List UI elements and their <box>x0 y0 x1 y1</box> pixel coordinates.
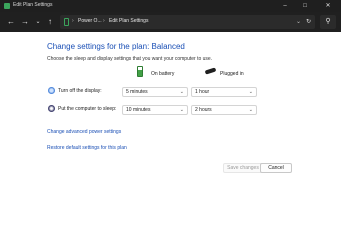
save-changes-button[interactable]: Save changes <box>223 163 263 173</box>
advanced-power-settings-link[interactable]: Change advanced power settings <box>47 129 121 135</box>
display-off-plugged-in-value: 1 hour <box>195 89 210 95</box>
plug-icon <box>204 67 217 75</box>
battery-path-icon <box>64 18 69 26</box>
restore-defaults-link[interactable]: Restore default settings for this plan <box>47 145 127 151</box>
refresh-icon[interactable]: ↻ <box>306 18 311 25</box>
search-icon[interactable]: ⚲ <box>320 15 336 29</box>
address-dropdown-chevron-icon[interactable]: ⌄ <box>296 18 301 25</box>
maximize-icon[interactable]: □ <box>297 0 313 12</box>
breadcrumb[interactable]: › Power O... › Edit Plan Settings ⌄ ↻ <box>60 15 315 29</box>
title-bar: Edit Plan Settings – □ ✕ <box>0 0 341 12</box>
battery-icon <box>137 66 143 77</box>
chevron-down-icon: ⌄ <box>248 107 253 113</box>
sleep-on-battery-select[interactable]: 10 minutes ⌄ <box>122 105 188 115</box>
window-title: Edit Plan Settings <box>13 2 53 8</box>
display-off-label: Turn off the display: <box>58 88 102 94</box>
minimize-icon[interactable]: – <box>277 0 293 12</box>
breadcrumb-separator-icon: › <box>72 18 74 24</box>
close-icon[interactable]: ✕ <box>320 0 336 12</box>
column-header-plugged-in: Plugged in <box>220 71 244 77</box>
chevron-down-icon: ⌄ <box>248 89 253 95</box>
cancel-button[interactable]: Cancel <box>260 163 292 173</box>
page-title: Change settings for the plan: Balanced <box>47 42 185 51</box>
chevron-down-icon: ⌄ <box>179 107 184 113</box>
power-options-icon <box>4 3 10 9</box>
display-off-on-battery-select[interactable]: 5 minutes ⌄ <box>122 87 188 97</box>
column-header-on-battery: On battery <box>151 71 175 77</box>
sleep-on-battery-value: 10 minutes <box>126 107 151 113</box>
breadcrumb-separator-icon: › <box>103 18 105 24</box>
address-bar: ← → ⌄ ↑ › Power O... › Edit Plan Setting… <box>0 12 341 32</box>
display-icon <box>48 87 55 94</box>
chevron-down-icon: ⌄ <box>179 89 184 95</box>
display-off-plugged-in-select[interactable]: 1 hour ⌄ <box>191 87 257 97</box>
back-arrow-icon[interactable]: ← <box>5 16 17 28</box>
sleep-label: Put the computer to sleep: <box>58 106 117 112</box>
forward-arrow-icon[interactable]: → <box>19 16 31 28</box>
sleep-plugged-in-value: 2 hours <box>195 107 212 113</box>
breadcrumb-edit-plan-settings[interactable]: Edit Plan Settings <box>109 18 148 24</box>
breadcrumb-power-options[interactable]: Power O... <box>78 18 102 24</box>
page-subtitle: Choose the sleep and display settings th… <box>47 56 213 62</box>
sleep-plugged-in-select[interactable]: 2 hours ⌄ <box>191 105 257 115</box>
up-arrow-icon[interactable]: ↑ <box>44 16 56 28</box>
sleep-icon <box>48 105 55 112</box>
display-off-on-battery-value: 5 minutes <box>126 89 148 95</box>
recent-locations-chevron-icon[interactable]: ⌄ <box>32 16 44 28</box>
